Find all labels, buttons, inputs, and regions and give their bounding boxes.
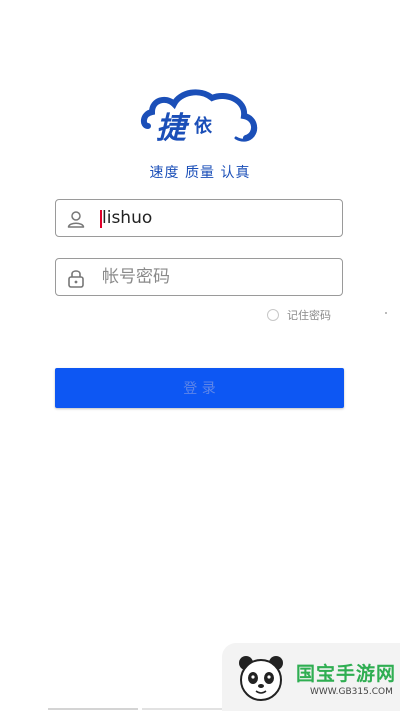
username-input[interactable] (102, 200, 332, 236)
remember-password-label: 记住密码 (287, 309, 331, 322)
cloud-logo-icon: 捷 依 (140, 89, 258, 146)
app-slogan: 速度 质量 认真 (149, 165, 251, 181)
logo-char-2: 依 (194, 115, 213, 137)
password-input[interactable] (102, 259, 332, 295)
password-field[interactable] (55, 258, 343, 296)
remember-password-radio[interactable] (267, 309, 279, 321)
watermark-badge: 国宝手游网 WWW.GB315.COM (222, 643, 400, 711)
bottom-divider-right (142, 708, 222, 710)
bottom-divider-left (48, 708, 138, 710)
user-icon (66, 209, 86, 229)
lock-icon (66, 268, 86, 288)
watermark-url: WWW.GB315.COM (310, 687, 393, 697)
login-button[interactable]: 登 录 (55, 368, 344, 408)
logo-char-1: 捷 (156, 111, 191, 146)
panda-icon (236, 653, 286, 707)
remember-password[interactable]: 记住密码 (267, 307, 331, 323)
app-logo: 捷 依 (140, 88, 262, 150)
username-field[interactable] (55, 199, 343, 237)
stray-dot (385, 312, 387, 314)
watermark-brand: 国宝手游网 (296, 663, 397, 685)
